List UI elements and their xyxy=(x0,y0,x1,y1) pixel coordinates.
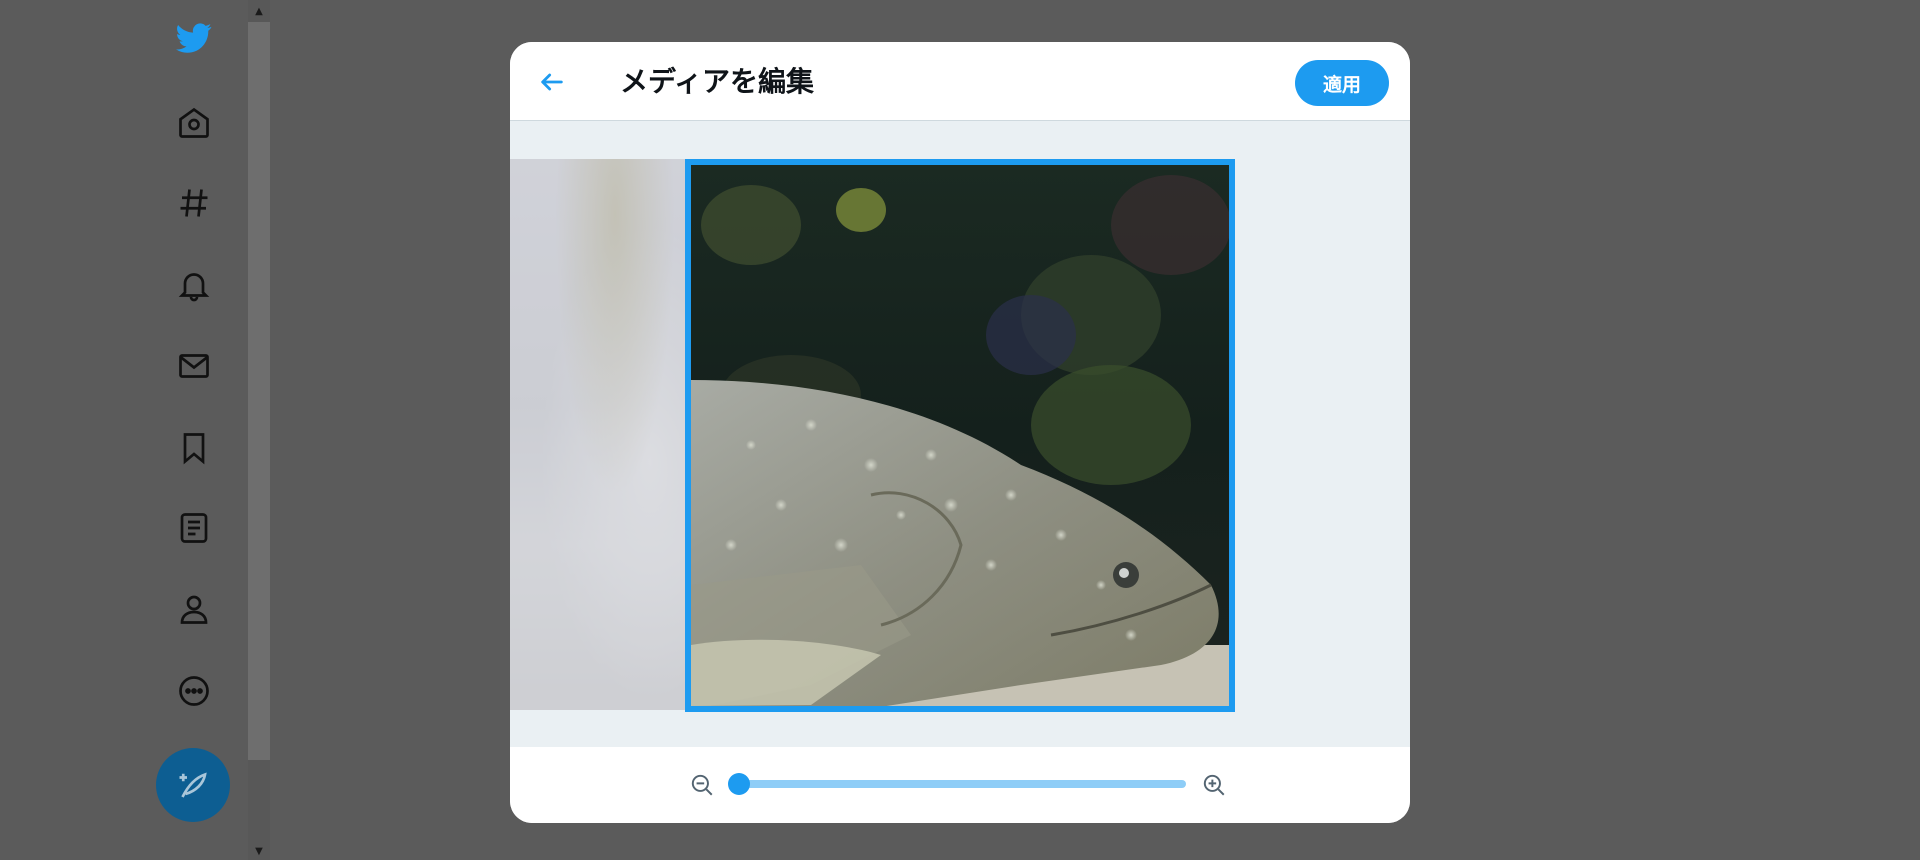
more-icon[interactable] xyxy=(172,669,216,713)
home-icon[interactable] xyxy=(172,101,216,145)
zoom-controls xyxy=(510,748,1410,823)
twitter-bird-icon[interactable] xyxy=(172,16,216,60)
scroll-down-arrow[interactable]: ▼ xyxy=(248,842,270,860)
left-nav-sidebar xyxy=(152,0,232,860)
zoom-out-icon[interactable] xyxy=(688,771,716,799)
image-outside-crop xyxy=(510,159,685,710)
bookmark-icon[interactable] xyxy=(172,426,216,470)
arrow-left-icon xyxy=(541,73,563,91)
edit-media-modal: メディアを編集 適用 xyxy=(510,42,1410,823)
compose-feather-icon xyxy=(179,772,207,798)
zoom-slider-handle[interactable] xyxy=(728,773,750,795)
crop-frame[interactable] xyxy=(685,159,1235,712)
modal-title: メディアを編集 xyxy=(620,65,815,98)
image-edit-area xyxy=(510,121,1410,747)
list-icon[interactable] xyxy=(172,506,216,550)
scroll-thumb[interactable] xyxy=(248,22,270,760)
envelope-icon[interactable] xyxy=(172,344,216,388)
zoom-slider-track[interactable] xyxy=(732,780,1186,788)
back-button[interactable] xyxy=(530,60,574,104)
hashtag-icon[interactable] xyxy=(172,181,216,225)
modal-header: メディアを編集 適用 xyxy=(510,42,1410,121)
zoom-in-icon[interactable] xyxy=(1200,771,1228,799)
profile-icon[interactable] xyxy=(172,587,216,631)
page-scrollbar[interactable]: ▲ ▼ xyxy=(248,0,270,860)
scroll-up-arrow[interactable]: ▲ xyxy=(248,2,270,20)
apply-button[interactable]: 適用 xyxy=(1295,60,1389,106)
bell-icon[interactable] xyxy=(172,263,216,307)
compose-tweet-button[interactable] xyxy=(156,748,230,822)
fish-photo xyxy=(691,165,1229,706)
